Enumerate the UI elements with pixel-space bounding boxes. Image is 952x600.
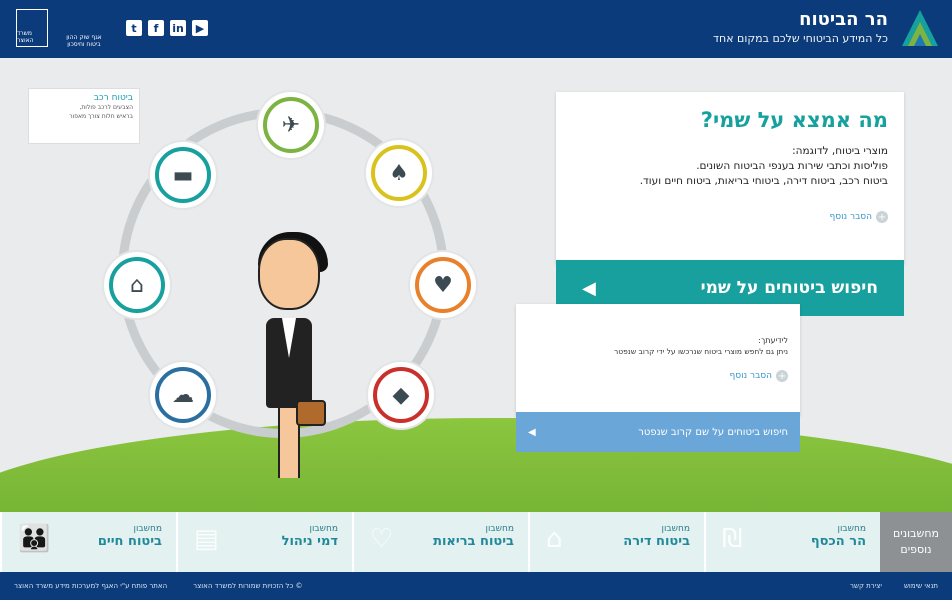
category-valuables[interactable]: ◆ [368,362,434,428]
site-title: הר הביטוח [799,9,888,30]
brand[interactable]: הר הביטוח כל המידע הביטוחי שלכם במקום אח… [713,6,942,50]
arrow-left-icon: ◀ [582,277,596,299]
category-dental[interactable]: ♠ [366,140,432,206]
calculators-bar: מחשבונים נוספים מחשבון הר הכסף ₪ מחשבון … [0,512,952,572]
agency-logo[interactable]: אגף שוק ההון ביטוח וחיסכון [60,8,108,48]
tooth-icon: ♠ [371,145,427,201]
copyright-text: © כל הזכויות שמורות למשרד האוצר [193,582,303,590]
calc-home-insurance[interactable]: מחשבון ביטוח דירה ⌂ [528,512,704,572]
info-heading: מה אמצא על שמי? [700,108,888,132]
category-health[interactable]: ♥ [410,252,476,318]
calc-management-fees[interactable]: מחשבון דמי ניהול ▤ [176,512,352,572]
plus-icon: + [876,211,888,223]
briefcase-icon [296,400,326,426]
more-info-link[interactable]: + הסבר נוסף [572,211,888,223]
diamond-icon: ◆ [373,367,429,423]
category-home[interactable]: ⌂ [104,252,170,318]
plus-icon: + [776,370,788,382]
contact-link[interactable]: יצירת קשר [850,582,882,590]
calc-health-insurance[interactable]: מחשבון ביטוח בריאות ♡ [352,512,528,572]
social-links: t f in ▶ [126,20,208,36]
partner-logos: משרד האוצר אגף שוק ההון ביטוח וחיסכון t … [16,8,208,48]
house-icon: ⌂ [546,524,563,554]
calc-life-insurance[interactable]: מחשבון ביטוח חיים 👪 [0,512,176,572]
search-deceased-button[interactable]: חיפוש ביטוחים על שם קרוב שנפטר ◀ [516,412,800,452]
arrow-left-icon: ◀ [528,426,536,438]
deceased-info-card: לידיעתך: ניתן גם לחפש מוצרי ביטוח שנרכשו… [516,304,800,416]
info-card: מה אמצא על שמי? מוצרי ביטוח, לדוגמה: פול… [556,92,904,264]
storm-icon: ☁ [155,367,211,423]
site-footer: תנאי שימוש יצירת קשר © כל הזכויות שמורות… [0,572,952,600]
twitter-icon[interactable]: t [126,20,142,36]
facebook-icon[interactable]: f [148,20,164,36]
hero-section: ביטוח רכב הצבעים לרכב פולות, בראיש חלות … [0,58,952,512]
terms-link[interactable]: תנאי שימוש [904,582,938,590]
site-header: הר הביטוח כל המידע הביטוחי שלכם במקום אח… [0,0,952,58]
house-icon: ⌂ [109,257,165,313]
developer-credit: האתר פותח ע"י האגף למערכות מידע משרד האו… [14,582,168,590]
calculators-title[interactable]: מחשבונים נוספים [880,512,952,572]
heartbeat-icon: ♡ [370,524,394,554]
money-bag-icon: ₪ [722,524,743,554]
category-flight[interactable]: ✈ [258,92,324,158]
category-tooltip: ביטוח רכב הצבעים לרכב פולות, בראיש חלות … [28,88,140,144]
gov-emblem-icon[interactable]: משרד האוצר [16,9,48,47]
youtube-icon[interactable]: ▶ [192,20,208,36]
grass-background [0,418,952,512]
heart-monitor-icon: ♥ [415,257,471,313]
site-subtitle: כל המידע הביטוחי שלכם במקום אחד [713,32,888,45]
more-info-link-2[interactable]: + הסבר נוסף [528,370,788,382]
coin-stack-icon: ▤ [194,524,219,554]
flight-icon: ✈ [263,97,319,153]
category-car[interactable]: ▬ [150,142,216,208]
linkedin-icon[interactable]: in [170,20,186,36]
calc-money-mountain[interactable]: מחשבון הר הכסף ₪ [704,512,880,572]
category-disaster[interactable]: ☁ [150,362,216,428]
family-icon: 👪 [18,524,51,554]
car-icon: ▬ [155,147,211,203]
brand-logo-icon [902,10,938,46]
